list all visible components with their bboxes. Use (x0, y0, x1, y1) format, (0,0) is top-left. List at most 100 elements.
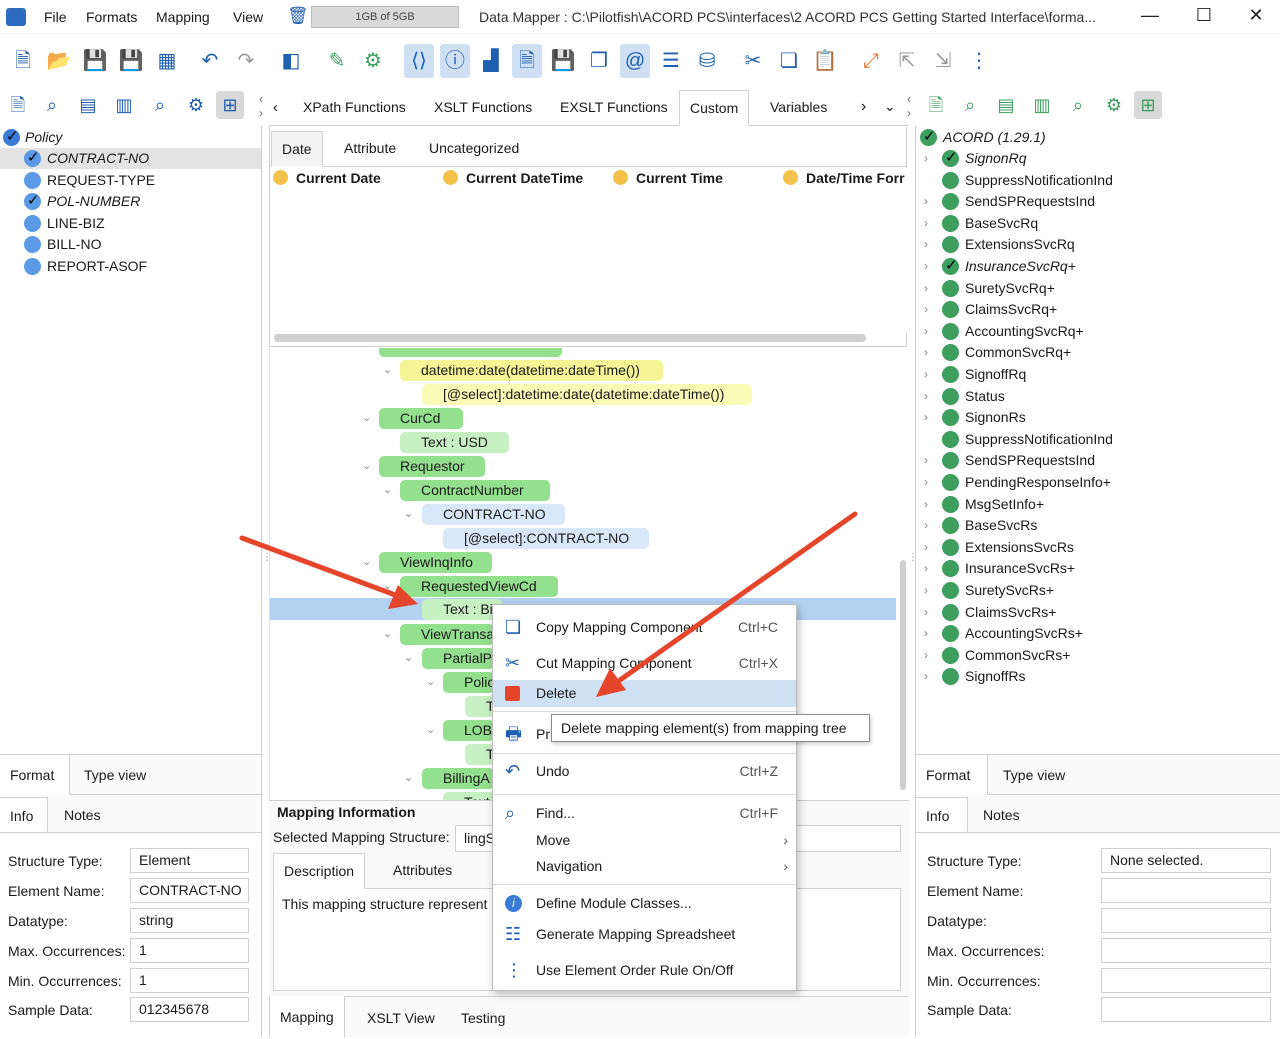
chevron-right-icon[interactable]: › (861, 98, 866, 116)
tree-item[interactable]: › CommonSvcRq+ (916, 342, 1280, 363)
tab-testing[interactable]: Testing (451, 997, 515, 1037)
func-current-date[interactable]: Current Date (273, 170, 381, 186)
collapse-icon[interactable]: ⌄ (383, 363, 392, 376)
tree-item[interactable]: › AccountingSvcRq+ (916, 321, 1280, 342)
tree-item[interactable]: › SignoffRs (916, 666, 1280, 687)
tree-root[interactable]: Policy (0, 126, 261, 148)
chevron-right-icon[interactable]: › (924, 234, 928, 255)
prop-element-name[interactable]: CONTRACT-NO (130, 878, 249, 903)
gear-network-icon[interactable]: ⚙ (358, 44, 388, 78)
redo-icon[interactable]: ↷ (231, 44, 261, 78)
menu-item-navigation[interactable]: Navigation › (493, 851, 796, 881)
prop-sample-data[interactable] (1101, 997, 1271, 1022)
save-xml-icon[interactable]: 💾 (548, 44, 578, 78)
save-icon[interactable]: 💾 (80, 44, 110, 78)
tab-xslt-functions[interactable]: XSLT Functions (424, 90, 542, 125)
save-all-icon[interactable]: 💾 (116, 44, 146, 78)
find-doc-icon[interactable]: ⌕ (146, 91, 174, 119)
chevron-right-icon[interactable]: › (924, 666, 928, 687)
close-button[interactable]: ✕ (1242, 5, 1270, 29)
tree-item[interactable]: › SignonRq (916, 147, 1280, 169)
func-current-time[interactable]: Current Time (613, 170, 723, 186)
collapse-icon[interactable]: ⌄ (383, 483, 392, 496)
tab-variables[interactable]: Variables (760, 90, 837, 125)
tree-node[interactable]: Text (443, 792, 494, 800)
menu-formats[interactable]: Formats (86, 9, 137, 25)
tree-item-request-type[interactable]: REQUEST-TYPE (0, 170, 261, 191)
tab-type-view[interactable]: Type view (74, 755, 156, 794)
tree-item-contract-no[interactable]: CONTRACT-NO (0, 147, 261, 169)
chevron-left-icon[interactable]: ‹ (273, 99, 278, 116)
copy-icon[interactable]: ❏ (774, 44, 804, 78)
tree-node[interactable]: RequestedViewCd (400, 576, 558, 597)
chevron-right-icon[interactable]: › (924, 321, 928, 342)
tab-uncategorized[interactable]: Uncategorized (419, 131, 529, 166)
chevron-right-icon[interactable]: › (924, 450, 928, 471)
chevron-right-icon[interactable]: › (924, 278, 928, 299)
tree-item[interactable]: › Status (916, 386, 1280, 407)
tree-node-selected[interactable]: Text : Bi (422, 599, 502, 620)
splitter-handle[interactable]: ⋮ (908, 552, 918, 572)
info-icon[interactable]: ⓘ (440, 44, 470, 78)
tree-view-icon[interactable]: ⊞ (216, 91, 244, 119)
calendar-icon[interactable]: ▤ (74, 91, 102, 119)
prop-min-occurrences[interactable] (1101, 968, 1271, 993)
tree-node[interactable]: [@select]:CONTRACT-NO (443, 528, 649, 549)
collapse-icon[interactable]: ⌄ (383, 579, 392, 592)
tree-item[interactable]: › SignonRs (916, 407, 1280, 428)
find-doc-icon-right[interactable]: ⌕ (1064, 91, 1092, 119)
func-datetime-format[interactable]: Date/Time Forr (783, 170, 907, 186)
menu-view[interactable]: View (233, 9, 263, 25)
chevron-right-icon[interactable]: › (924, 299, 928, 320)
collapse-icon[interactable]: ⌄ (426, 723, 435, 736)
minimize-button[interactable]: — (1136, 5, 1164, 29)
tree-node[interactable]: PartialP (422, 648, 494, 669)
collapse-icon[interactable]: ⌄ (362, 411, 371, 424)
chevron-right-icon[interactable]: › (924, 191, 928, 212)
chevron-right-icon[interactable]: › (924, 342, 928, 363)
tree-item[interactable]: › MsgSetInfo+ (916, 494, 1280, 515)
tab-format[interactable]: Format (916, 755, 988, 795)
chevron-right-icon[interactable]: › (924, 515, 928, 536)
tree-item[interactable]: SuppressNotificationInd (916, 429, 1280, 450)
horizontal-scrollbar[interactable] (274, 334, 866, 342)
menu-mapping[interactable]: Mapping (156, 9, 210, 25)
tree-item[interactable]: › SendSPRequestsInd (916, 450, 1280, 471)
menu-item-element-order[interactable]: ⋮ Use Element Order Rule On/Off (493, 955, 796, 985)
tree-node[interactable]: [@select]:datetime:date(datetime:dateTim… (422, 384, 752, 405)
chevron-down-icon[interactable]: ⌄ (884, 98, 896, 115)
database-icon[interactable]: ⛁ (692, 44, 722, 78)
prop-min-occurrences[interactable]: 1 (130, 968, 249, 993)
chevron-right-icon[interactable]: › (924, 602, 928, 623)
tree-node[interactable]: ContractNumber (400, 480, 550, 501)
menu-item-copy[interactable]: ❏ Copy Mapping Component Ctrl+C (493, 612, 796, 642)
collapse-icon[interactable]: ⌄ (404, 507, 413, 520)
chevron-left-icon[interactable]: ‹ › (259, 92, 263, 120)
prop-max-occurrences[interactable]: 1 (130, 938, 249, 963)
table-icon[interactable]: ▦ (152, 44, 182, 78)
tree-item[interactable]: › SuretySvcRq+ (916, 278, 1280, 299)
tab-description[interactable]: Description (273, 853, 366, 889)
paste-icon[interactable]: 📋 (810, 44, 840, 78)
chevron-right-icon[interactable]: › (924, 256, 928, 277)
chevron-right-icon[interactable]: › (924, 558, 928, 579)
prop-max-occurrences[interactable] (1101, 938, 1271, 963)
prop-element-name[interactable] (1101, 878, 1271, 903)
panel-icon[interactable]: ◧ (276, 44, 306, 78)
tree-item[interactable]: › SuretySvcRs+ (916, 580, 1280, 601)
settings-doc-icon[interactable]: ⚙ (182, 91, 210, 119)
export-icon[interactable]: ⇱ (892, 44, 922, 78)
chevron-right-icon[interactable]: › (924, 148, 928, 169)
tree-item[interactable]: › InsuranceSvcRq+ (916, 255, 1280, 277)
tab-exslt-functions[interactable]: EXSLT Functions (550, 90, 678, 125)
prop-datatype[interactable] (1101, 908, 1271, 933)
chevron-right-icon[interactable]: › (924, 537, 928, 558)
menu-item-delete[interactable]: Delete (493, 680, 796, 707)
chevron-right-icon[interactable]: › (924, 472, 928, 493)
chevron-right-icon[interactable]: ‹ › (907, 92, 911, 120)
tree-node[interactable]: T (465, 744, 494, 765)
chevron-right-icon[interactable]: › (924, 386, 928, 407)
maximize-button[interactable]: ☐ (1190, 5, 1218, 29)
tree-item[interactable]: › InsuranceSvcRs+ (916, 558, 1280, 579)
scissors-icon[interactable]: ✂ (738, 44, 768, 78)
